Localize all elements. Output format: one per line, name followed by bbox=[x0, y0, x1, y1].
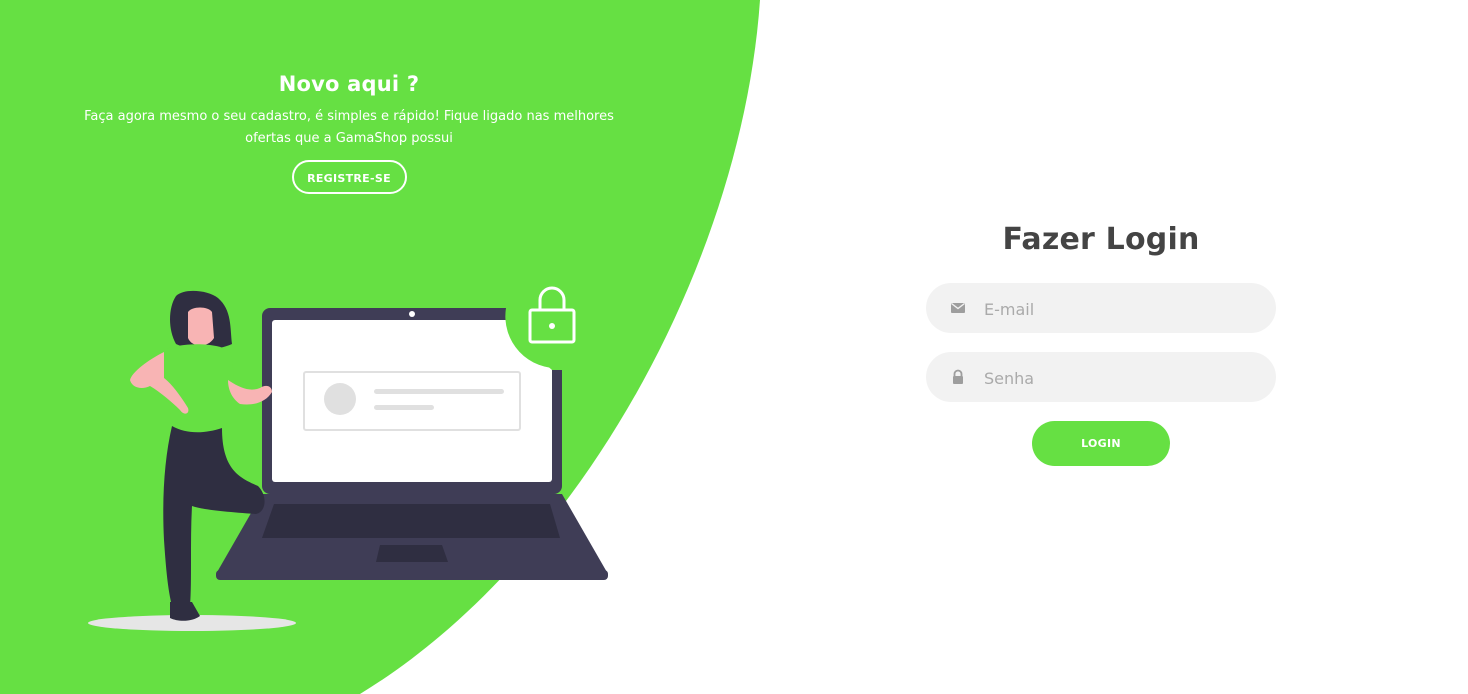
envelope-icon bbox=[951, 302, 965, 313]
login-title: Fazer Login bbox=[1002, 222, 1200, 257]
signup-promo: Novo aqui ? Faça agora mesmo o seu cadas… bbox=[60, 72, 638, 194]
login-form: Fazer Login LOGIN bbox=[926, 222, 1276, 466]
email-field-container bbox=[926, 283, 1276, 335]
email-field[interactable] bbox=[982, 283, 1266, 335]
register-button[interactable]: REGISTRE-SE bbox=[291, 160, 407, 194]
promo-title: Novo aqui ? bbox=[278, 72, 420, 96]
password-field-container bbox=[926, 352, 1276, 404]
lock-icon bbox=[953, 369, 963, 384]
password-field[interactable] bbox=[982, 352, 1266, 404]
profile-card bbox=[303, 371, 521, 431]
login-button[interactable]: LOGIN bbox=[1032, 421, 1170, 466]
avatar-placeholder-icon bbox=[324, 383, 356, 415]
login-page: Novo aqui ? Faça agora mesmo o seu cadas… bbox=[0, 0, 1468, 694]
promo-text: Faça agora mesmo o seu cadastro, é simpl… bbox=[84, 109, 614, 146]
login-illustration bbox=[88, 286, 608, 631]
